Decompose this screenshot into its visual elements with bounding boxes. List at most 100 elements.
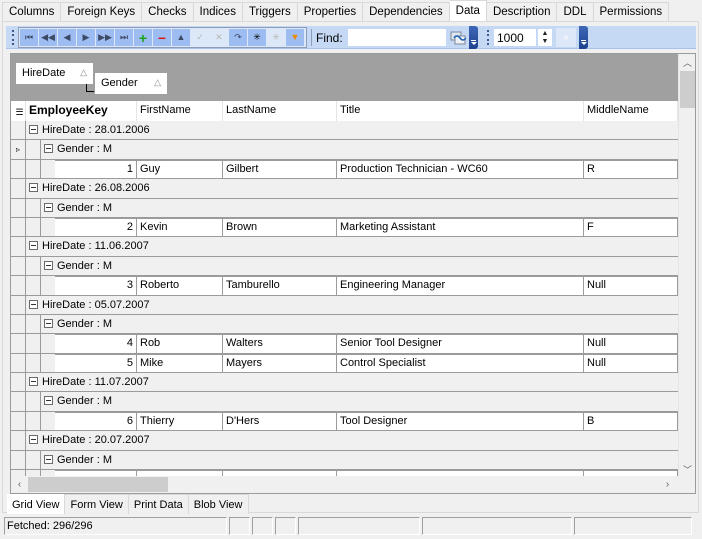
- scroll-down-icon[interactable]: ﹀: [679, 461, 695, 478]
- find-input[interactable]: [346, 28, 447, 47]
- cell-firstname[interactable]: Rob: [137, 335, 223, 353]
- column-header-employeekey[interactable]: EmployeeKey: [26, 101, 137, 121]
- group-row-hiredate[interactable]: HireDate : 20.07.2007: [11, 431, 678, 451]
- row-indicator[interactable]: [11, 392, 26, 411]
- cell-employeekey[interactable]: 1: [55, 160, 137, 179]
- horizontal-scroll-thumb[interactable]: [28, 477, 168, 492]
- table-row[interactable]: 6 Thierry D'Hers Tool Designer B: [11, 411, 678, 432]
- filter-button[interactable]: ▼: [286, 29, 304, 46]
- tab-indices[interactable]: Indices: [193, 2, 243, 22]
- table-row[interactable]: 5 Mike Mayers Control Specialist Null: [11, 353, 678, 374]
- prior-record-button[interactable]: ◀: [58, 29, 76, 46]
- row-indicator[interactable]: [11, 159, 26, 179]
- cell-lastname[interactable]: D'Hers: [223, 412, 337, 431]
- insert-record-button[interactable]: +: [134, 29, 152, 46]
- row-indicator[interactable]: [11, 121, 26, 140]
- tab-foreign-keys[interactable]: Foreign Keys: [61, 2, 143, 22]
- cell-middlename[interactable]: Null: [584, 335, 678, 353]
- collapse-icon[interactable]: [44, 260, 53, 270]
- post-edit-button[interactable]: ✓: [191, 29, 209, 46]
- spin-up-icon[interactable]: ▲: [542, 30, 549, 38]
- row-indicator[interactable]: [11, 198, 26, 217]
- row-indicator[interactable]: [11, 237, 26, 256]
- vertical-scrollbar[interactable]: ︿ ﹀: [678, 54, 695, 478]
- row-indicator[interactable]: [11, 295, 26, 314]
- collapse-icon[interactable]: [44, 144, 53, 154]
- tab-properties[interactable]: Properties: [297, 2, 364, 22]
- tab-ddl[interactable]: DDL: [557, 2, 594, 22]
- cell-employeekey[interactable]: 6: [55, 412, 137, 431]
- tab-checks[interactable]: Checks: [142, 2, 194, 22]
- collapse-icon[interactable]: [29, 125, 38, 134]
- cell-firstname[interactable]: Kevin: [137, 218, 223, 237]
- view-tab-blob-view[interactable]: Blob View: [188, 494, 249, 514]
- column-header-firstname[interactable]: FirstName: [137, 101, 223, 121]
- clear-null-button[interactable]: ✳: [267, 29, 285, 46]
- collapse-icon[interactable]: [29, 241, 38, 251]
- scroll-left-icon[interactable]: ‹: [11, 476, 28, 493]
- tab-triggers[interactable]: Triggers: [242, 2, 298, 22]
- cell-employeekey[interactable]: 5: [55, 354, 137, 373]
- cell-title[interactable]: Production Technician - WC60: [337, 160, 584, 179]
- group-row-hiredate[interactable]: HireDate : 11.06.2007: [11, 237, 678, 257]
- row-indicator[interactable]: [11, 256, 26, 276]
- group-row-hiredate[interactable]: HireDate : 26.08.2006: [11, 179, 678, 199]
- cell-middlename[interactable]: F: [584, 218, 678, 237]
- cell-lastname[interactable]: Mayers: [223, 354, 337, 373]
- row-indicator[interactable]: [11, 353, 26, 373]
- toolbar-grip-icon[interactable]: [485, 29, 491, 46]
- collapse-icon[interactable]: [29, 435, 38, 445]
- delete-record-button[interactable]: −: [153, 29, 171, 46]
- row-indicator[interactable]: [11, 431, 26, 450]
- view-tab-print-data[interactable]: Print Data: [128, 494, 189, 514]
- collapse-icon[interactable]: [29, 299, 38, 309]
- find-options-icon[interactable]: [447, 28, 469, 47]
- last-record-button[interactable]: ⏭: [115, 29, 133, 46]
- cell-title[interactable]: Marketing Assistant: [337, 218, 584, 237]
- set-null-button[interactable]: ✳: [248, 29, 266, 46]
- table-row[interactable]: 3 Roberto Tamburello Engineering Manager Nul…: [11, 276, 678, 296]
- table-row[interactable]: 2 Kevin Brown Marketing Assistant F: [11, 217, 678, 238]
- group-row-hiredate[interactable]: HireDate : 11.07.2007: [11, 373, 678, 393]
- column-header-lastname[interactable]: LastName: [223, 101, 337, 121]
- group-row-gender[interactable]: Gender : M: [11, 198, 678, 218]
- view-tab-form-view[interactable]: Form View: [65, 494, 129, 514]
- cell-middlename[interactable]: R: [584, 160, 678, 179]
- cell-lastname[interactable]: Tamburello: [223, 277, 337, 295]
- view-tab-grid-view[interactable]: Grid View: [7, 494, 66, 514]
- group-row-hiredate[interactable]: HireDate : 05.07.2007: [11, 295, 678, 315]
- cell-title[interactable]: Engineering Manager: [337, 277, 584, 295]
- cell-lastname[interactable]: Gilbert: [223, 160, 337, 179]
- group-row-gender[interactable]: Gender : M: [11, 392, 678, 412]
- prior-page-button[interactable]: ◀◀: [39, 29, 57, 46]
- next-page-button[interactable]: ▶▶: [96, 29, 114, 46]
- tab-description[interactable]: Description: [486, 2, 558, 22]
- collapse-icon[interactable]: [44, 318, 53, 328]
- next-record-button[interactable]: ▶: [77, 29, 95, 46]
- cell-title[interactable]: Tool Designer: [337, 412, 584, 431]
- collapse-icon[interactable]: [29, 377, 38, 387]
- cell-firstname[interactable]: Thierry: [137, 412, 223, 431]
- column-chooser-icon[interactable]: ☰: [11, 101, 26, 121]
- cell-employeekey[interactable]: 4: [55, 335, 137, 353]
- fetch-next-button[interactable]: »: [556, 28, 576, 47]
- row-indicator[interactable]: [11, 276, 26, 295]
- group-row-gender[interactable]: Gender : M: [11, 314, 678, 335]
- tab-permissions[interactable]: Permissions: [593, 2, 670, 22]
- row-indicator[interactable]: [11, 179, 26, 198]
- row-indicator[interactable]: [11, 411, 26, 431]
- tab-columns[interactable]: Columns: [2, 2, 62, 22]
- column-header-title[interactable]: Title: [337, 101, 584, 121]
- refresh-button[interactable]: ↷: [229, 29, 247, 46]
- cell-lastname[interactable]: Walters: [223, 335, 337, 353]
- cancel-edit-button[interactable]: ✕: [210, 29, 228, 46]
- row-indicator[interactable]: [11, 373, 26, 392]
- cell-employeekey[interactable]: 2: [55, 218, 137, 237]
- group-row-gender[interactable]: Gender : M: [11, 256, 678, 277]
- column-header-middlename[interactable]: MiddleName: [584, 101, 678, 121]
- group-by-hiredate[interactable]: HireDate △: [16, 63, 93, 84]
- toolbar-grip-icon[interactable]: [10, 29, 16, 46]
- row-indicator[interactable]: [11, 217, 26, 237]
- row-indicator[interactable]: ▹: [11, 140, 26, 159]
- row-indicator[interactable]: [11, 450, 26, 470]
